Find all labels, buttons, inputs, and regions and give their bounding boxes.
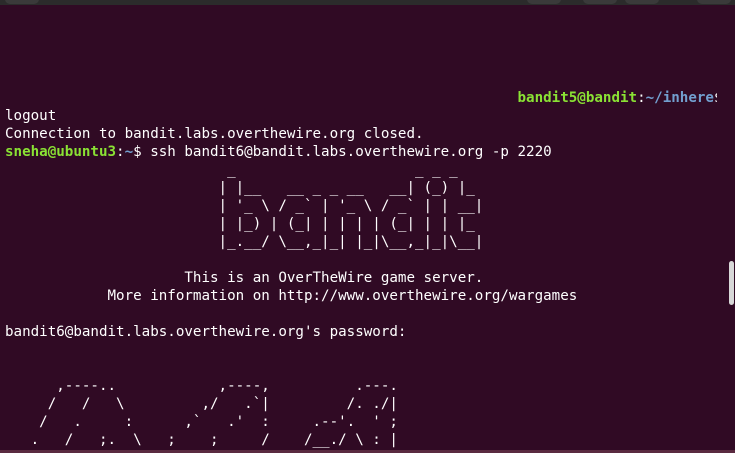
remote-prompt-userhost: bandit5@bandit [517,90,638,106]
local-prompt-symbol: $ [133,144,142,160]
logout-line: logout [5,108,57,124]
banner-line-4: | |_) | (_| | | | | (_| | | |_ [5,216,484,232]
titlebar-button-left[interactable] [5,0,39,4]
remote-prompt-symbol: $ [714,90,717,106]
terminal-output[interactable]: bandit5@bandit:~/inhere$ exitlogout Conne… [5,89,717,453]
scrollbar-thumb[interactable] [729,261,734,305]
art-line-2: / / \ ,/ .`| /. ./| [5,396,398,412]
local-ssh-line: sneha@ubuntu3:~$ ssh bandit6@bandit.labs… [5,143,717,161]
local-prompt-sep: : [116,144,125,160]
server-message: This is an OverTheWire game server. [5,270,484,286]
titlebar-button-minimize[interactable] [583,0,617,4]
local-prompt-path: ~ [124,144,134,160]
password-prompt: bandit6@bandit.labs.overthewire.org's pa… [5,324,407,340]
remote-exit-line: bandit5@bandit:~/inhere$ exit [5,89,718,107]
local-prompt-userhost: sneha@ubuntu3 [5,144,117,160]
titlebar-button-maximize[interactable] [625,0,659,4]
titlebar-button-menu[interactable] [527,0,561,4]
art-line-4: . / ;. \ ; ; / /__./ \ : | [5,432,398,448]
art-line-3: / . : ,` .' : .--'. ' ; [5,414,398,430]
titlebar-button-close[interactable] [697,0,731,4]
remote-prompt-sep: : [637,90,646,106]
banner-line-2: | |__ __ _ _ __ __| (_) |_ [5,180,484,196]
banner-line-1: _ _ _ _ [5,162,484,178]
terminal-scrollbar[interactable] [726,5,735,453]
info-message: More information on http://www.overthewi… [5,288,578,304]
banner-line-3: | '_ \ / _` | '_ \ / _` | | __| [5,198,484,214]
ssh-command: ssh bandit6@bandit.labs.overthewire.org … [141,144,552,160]
art-line-1: ,----.. ,----, .---. [5,378,398,394]
remote-prompt-path: ~/inhere [645,90,714,106]
connection-closed-line: Connection to bandit.labs.overthewire.or… [5,126,424,142]
window-titlebar [0,0,735,5]
banner-line-5: |_.__/ \__,_|_| |_|\__,_|_|\__| [5,234,484,250]
